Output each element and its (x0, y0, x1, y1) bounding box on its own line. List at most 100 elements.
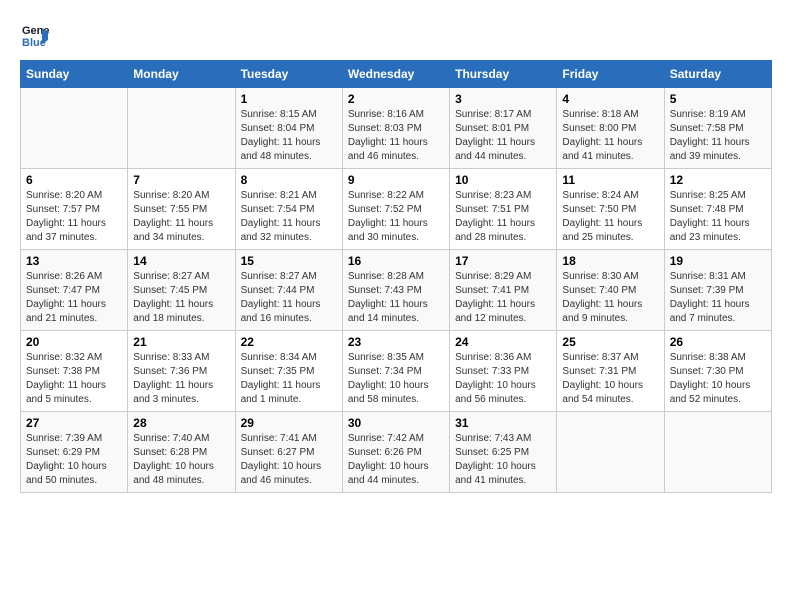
day-number: 8 (241, 173, 337, 187)
weekday-header-wednesday: Wednesday (342, 61, 449, 88)
day-number: 29 (241, 416, 337, 430)
day-info: Sunrise: 8:22 AM Sunset: 7:52 PM Dayligh… (348, 189, 444, 245)
day-info: Sunrise: 8:33 AM Sunset: 7:36 PM Dayligh… (133, 351, 229, 407)
calendar-week-3: 13 Sunrise: 8:26 AM Sunset: 7:47 PM Dayli… (21, 250, 772, 331)
logo-icon: General Blue (20, 20, 50, 50)
day-number: 11 (562, 173, 658, 187)
weekday-header-thursday: Thursday (450, 61, 557, 88)
calendar-week-2: 6 Sunrise: 8:20 AM Sunset: 7:57 PM Daylig… (21, 169, 772, 250)
calendar-day: 28Sunrise: 7:40 AM Sunset: 6:28 PM Dayli… (128, 412, 235, 493)
day-info: Sunrise: 8:20 AM Sunset: 7:57 PM Dayligh… (26, 189, 122, 245)
calendar-day: 17 Sunrise: 8:29 AM Sunset: 7:41 PM Dayli… (450, 250, 557, 331)
weekday-header-saturday: Saturday (664, 61, 771, 88)
day-info: Sunrise: 8:28 AM Sunset: 7:43 PM Dayligh… (348, 270, 444, 326)
day-number: 28 (133, 416, 229, 430)
day-number: 25 (562, 335, 658, 349)
day-info: Sunrise: 8:15 AM Sunset: 8:04 PM Dayligh… (241, 108, 337, 164)
calendar-day: 5Sunrise: 8:19 AM Sunset: 7:58 PM Daylig… (664, 88, 771, 169)
day-number: 2 (348, 92, 444, 106)
day-info: Sunrise: 8:26 AM Sunset: 7:47 PM Dayligh… (26, 270, 122, 326)
day-info: Sunrise: 7:43 AM Sunset: 6:25 PM Dayligh… (455, 432, 551, 488)
calendar-day: 21 Sunrise: 8:33 AM Sunset: 7:36 PM Dayli… (128, 331, 235, 412)
calendar-day: 10 Sunrise: 8:23 AM Sunset: 7:51 PM Dayli… (450, 169, 557, 250)
day-number: 5 (670, 92, 766, 106)
calendar-day: 15 Sunrise: 8:27 AM Sunset: 7:44 PM Dayli… (235, 250, 342, 331)
day-number: 19 (670, 254, 766, 268)
calendar-day: 25Sunrise: 8:37 AM Sunset: 7:31 PM Dayli… (557, 331, 664, 412)
day-number: 21 (133, 335, 229, 349)
calendar-day (664, 412, 771, 493)
calendar-day: 27 Sunrise: 7:39 AM Sunset: 6:29 PM Dayli… (21, 412, 128, 493)
day-number: 15 (241, 254, 337, 268)
day-number: 26 (670, 335, 766, 349)
day-info: Sunrise: 8:38 AM Sunset: 7:30 PM Dayligh… (670, 351, 766, 407)
day-info: Sunrise: 8:23 AM Sunset: 7:51 PM Dayligh… (455, 189, 551, 245)
weekday-header-monday: Monday (128, 61, 235, 88)
day-info: Sunrise: 8:36 AM Sunset: 7:33 PM Dayligh… (455, 351, 551, 407)
day-info: Sunrise: 7:41 AM Sunset: 6:27 PM Dayligh… (241, 432, 337, 488)
day-info: Sunrise: 7:39 AM Sunset: 6:29 PM Dayligh… (26, 432, 122, 488)
calendar-day: 30 Sunrise: 7:42 AM Sunset: 6:26 PM Dayli… (342, 412, 449, 493)
calendar-day: 26 Sunrise: 8:38 AM Sunset: 7:30 PM Dayli… (664, 331, 771, 412)
day-number: 27 (26, 416, 122, 430)
day-number: 10 (455, 173, 551, 187)
day-number: 6 (26, 173, 122, 187)
page-header: General Blue (20, 20, 772, 50)
weekday-header-sunday: Sunday (21, 61, 128, 88)
day-info: Sunrise: 8:25 AM Sunset: 7:48 PM Dayligh… (670, 189, 766, 245)
calendar-day: 9 Sunrise: 8:22 AM Sunset: 7:52 PM Daylig… (342, 169, 449, 250)
day-number: 9 (348, 173, 444, 187)
calendar-day: 19Sunrise: 8:31 AM Sunset: 7:39 PM Dayli… (664, 250, 771, 331)
day-number: 4 (562, 92, 658, 106)
day-number: 30 (348, 416, 444, 430)
weekday-header-tuesday: Tuesday (235, 61, 342, 88)
day-info: Sunrise: 8:32 AM Sunset: 7:38 PM Dayligh… (26, 351, 122, 407)
calendar-day: 8Sunrise: 8:21 AM Sunset: 7:54 PM Daylig… (235, 169, 342, 250)
day-info: Sunrise: 8:24 AM Sunset: 7:50 PM Dayligh… (562, 189, 658, 245)
day-info: Sunrise: 8:27 AM Sunset: 7:45 PM Dayligh… (133, 270, 229, 326)
day-number: 22 (241, 335, 337, 349)
day-info: Sunrise: 8:17 AM Sunset: 8:01 PM Dayligh… (455, 108, 551, 164)
day-info: Sunrise: 8:27 AM Sunset: 7:44 PM Dayligh… (241, 270, 337, 326)
calendar-week-5: 27 Sunrise: 7:39 AM Sunset: 6:29 PM Dayli… (21, 412, 772, 493)
calendar-day: 3 Sunrise: 8:17 AM Sunset: 8:01 PM Daylig… (450, 88, 557, 169)
day-number: 3 (455, 92, 551, 106)
calendar-day: 20 Sunrise: 8:32 AM Sunset: 7:38 PM Dayli… (21, 331, 128, 412)
calendar-day: 22 Sunrise: 8:34 AM Sunset: 7:35 PM Dayli… (235, 331, 342, 412)
calendar-day: 24 Sunrise: 8:36 AM Sunset: 7:33 PM Dayli… (450, 331, 557, 412)
calendar-day: 11 Sunrise: 8:24 AM Sunset: 7:50 PM Dayli… (557, 169, 664, 250)
day-number: 18 (562, 254, 658, 268)
calendar-week-1: 1 Sunrise: 8:15 AM Sunset: 8:04 PM Daylig… (21, 88, 772, 169)
day-number: 17 (455, 254, 551, 268)
calendar-day: 31Sunrise: 7:43 AM Sunset: 6:25 PM Dayli… (450, 412, 557, 493)
day-number: 12 (670, 173, 766, 187)
day-info: Sunrise: 8:35 AM Sunset: 7:34 PM Dayligh… (348, 351, 444, 407)
day-info: Sunrise: 8:29 AM Sunset: 7:41 PM Dayligh… (455, 270, 551, 326)
calendar-day: 14 Sunrise: 8:27 AM Sunset: 7:45 PM Dayli… (128, 250, 235, 331)
calendar-day (21, 88, 128, 169)
day-number: 13 (26, 254, 122, 268)
calendar-day: 29 Sunrise: 7:41 AM Sunset: 6:27 PM Dayli… (235, 412, 342, 493)
calendar-day: 12 Sunrise: 8:25 AM Sunset: 7:48 PM Dayli… (664, 169, 771, 250)
calendar-day: 4 Sunrise: 8:18 AM Sunset: 8:00 PM Daylig… (557, 88, 664, 169)
day-info: Sunrise: 7:42 AM Sunset: 6:26 PM Dayligh… (348, 432, 444, 488)
weekday-header-row: SundayMondayTuesdayWednesdayThursdayFrid… (21, 61, 772, 88)
day-number: 14 (133, 254, 229, 268)
day-number: 20 (26, 335, 122, 349)
day-number: 24 (455, 335, 551, 349)
day-number: 23 (348, 335, 444, 349)
calendar-day: 23 Sunrise: 8:35 AM Sunset: 7:34 PM Dayli… (342, 331, 449, 412)
calendar-day (557, 412, 664, 493)
day-number: 1 (241, 92, 337, 106)
logo: General Blue (20, 20, 54, 50)
day-info: Sunrise: 8:20 AM Sunset: 7:55 PM Dayligh… (133, 189, 229, 245)
day-info: Sunrise: 8:30 AM Sunset: 7:40 PM Dayligh… (562, 270, 658, 326)
calendar-day: 6 Sunrise: 8:20 AM Sunset: 7:57 PM Daylig… (21, 169, 128, 250)
calendar-day: 13 Sunrise: 8:26 AM Sunset: 7:47 PM Dayli… (21, 250, 128, 331)
calendar-table: SundayMondayTuesdayWednesdayThursdayFrid… (20, 60, 772, 493)
calendar-day: 18 Sunrise: 8:30 AM Sunset: 7:40 PM Dayli… (557, 250, 664, 331)
calendar-day: 7Sunrise: 8:20 AM Sunset: 7:55 PM Daylig… (128, 169, 235, 250)
day-number: 16 (348, 254, 444, 268)
day-info: Sunrise: 8:34 AM Sunset: 7:35 PM Dayligh… (241, 351, 337, 407)
day-info: Sunrise: 8:18 AM Sunset: 8:00 PM Dayligh… (562, 108, 658, 164)
